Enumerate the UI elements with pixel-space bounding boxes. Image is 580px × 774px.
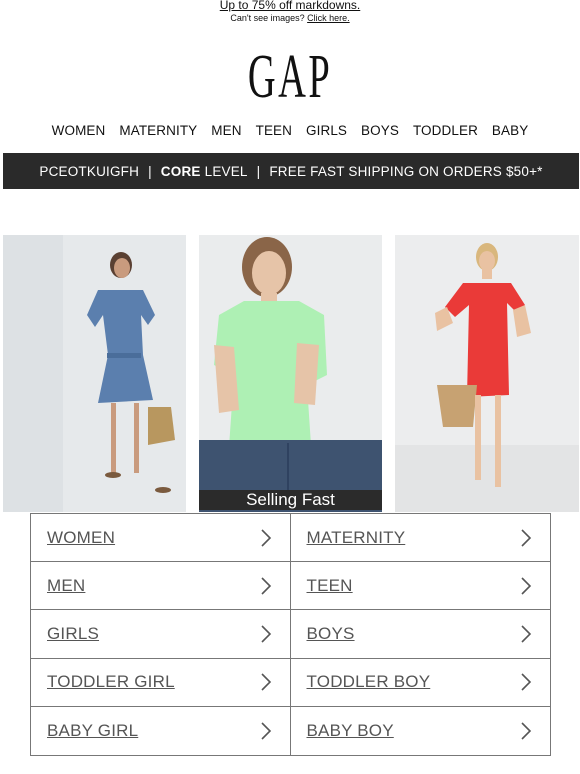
green-tee-illustration xyxy=(199,235,382,512)
category-teen[interactable]: TEEN xyxy=(290,562,550,611)
chevron-right-icon xyxy=(520,624,532,644)
chevron-right-icon xyxy=(260,624,272,644)
preheader: Up to 75% off markdowns. Can't see image… xyxy=(0,0,580,24)
level-rest: LEVEL xyxy=(204,163,248,179)
category-label: BABY BOY xyxy=(306,720,394,740)
banner-separator: | xyxy=(148,163,152,179)
category-baby-girl[interactable]: BABY GIRL xyxy=(31,706,291,755)
category-label: TEEN xyxy=(306,575,353,595)
nav-girls[interactable]: GIRLS xyxy=(306,123,347,138)
nav-toddler[interactable]: TODDLER xyxy=(413,123,478,138)
images-notice: Can't see images? Click here. xyxy=(0,12,580,24)
chevron-right-icon xyxy=(520,576,532,596)
chevron-right-icon xyxy=(520,672,532,692)
category-girls[interactable]: GIRLS xyxy=(31,610,291,659)
category-label: WOMEN xyxy=(47,527,116,547)
chevron-right-icon xyxy=(260,576,272,596)
photo-green-tee[interactable] xyxy=(199,235,382,512)
category-baby-boy[interactable]: BABY BOY xyxy=(291,707,551,755)
chevron-right-icon xyxy=(260,672,272,692)
category-label: MATERNITY xyxy=(306,527,406,547)
chevron-right-icon xyxy=(520,528,532,548)
view-images-link[interactable]: Click here. xyxy=(307,13,350,23)
category-label: TODDLER GIRL xyxy=(47,672,175,692)
product-photos xyxy=(3,235,579,512)
nav-teen[interactable]: TEEN xyxy=(256,123,292,138)
shipping-offer: FREE FAST SHIPPING ON ORDERS $50+* xyxy=(269,163,543,179)
markdowns-link[interactable]: Up to 75% off markdowns. xyxy=(0,0,580,11)
chevron-right-icon xyxy=(520,721,532,741)
gap-logo[interactable]: GAP xyxy=(0,43,580,111)
nav-women[interactable]: WOMEN xyxy=(52,123,106,138)
chevron-right-icon xyxy=(260,721,272,741)
top-nav: WOMEN MATERNITY MEN TEEN GIRLS BOYS TODD… xyxy=(0,123,580,138)
nav-baby[interactable]: BABY xyxy=(492,123,528,138)
category-label: GIRLS xyxy=(47,623,100,643)
member-code: PCEOTKUIGFH xyxy=(39,163,140,179)
denim-dress-illustration xyxy=(3,235,186,512)
photo-denim-dress[interactable] xyxy=(3,235,186,512)
selling-fast-badge: Selling Fast xyxy=(199,490,382,510)
category-maternity[interactable]: MATERNITY xyxy=(290,514,550,563)
images-notice-text: Can't see images? xyxy=(230,13,305,23)
red-dress-illustration xyxy=(395,235,579,512)
level-bold: CORE xyxy=(160,163,201,179)
nav-men[interactable]: MEN xyxy=(211,123,241,138)
category-label: BABY GIRL xyxy=(47,720,139,740)
gap-logo-text: GAP xyxy=(247,43,333,111)
category-label: MEN xyxy=(47,575,86,595)
category-women[interactable]: WOMEN xyxy=(31,514,291,563)
nav-boys[interactable]: BOYS xyxy=(361,123,399,138)
photo-red-dress[interactable] xyxy=(395,235,579,512)
banner-separator: | xyxy=(256,163,261,179)
category-men[interactable]: MEN xyxy=(31,562,291,611)
category-label: TODDLER BOY xyxy=(306,672,431,692)
rewards-banner[interactable]: PCEOTKUIGFH | CORE LEVEL | FREE FAST SHI… xyxy=(3,153,579,189)
chevron-right-icon xyxy=(260,528,272,548)
category-toddler-girl[interactable]: TODDLER GIRL xyxy=(31,658,291,707)
category-grid: WOMEN MATERNITY MEN TEEN GIRLS BOYS TODD… xyxy=(30,513,551,756)
nav-maternity[interactable]: MATERNITY xyxy=(119,123,197,138)
category-label: BOYS xyxy=(306,623,355,643)
category-toddler-boy[interactable]: TODDLER BOY xyxy=(290,659,550,707)
category-boys[interactable]: BOYS xyxy=(290,610,550,659)
